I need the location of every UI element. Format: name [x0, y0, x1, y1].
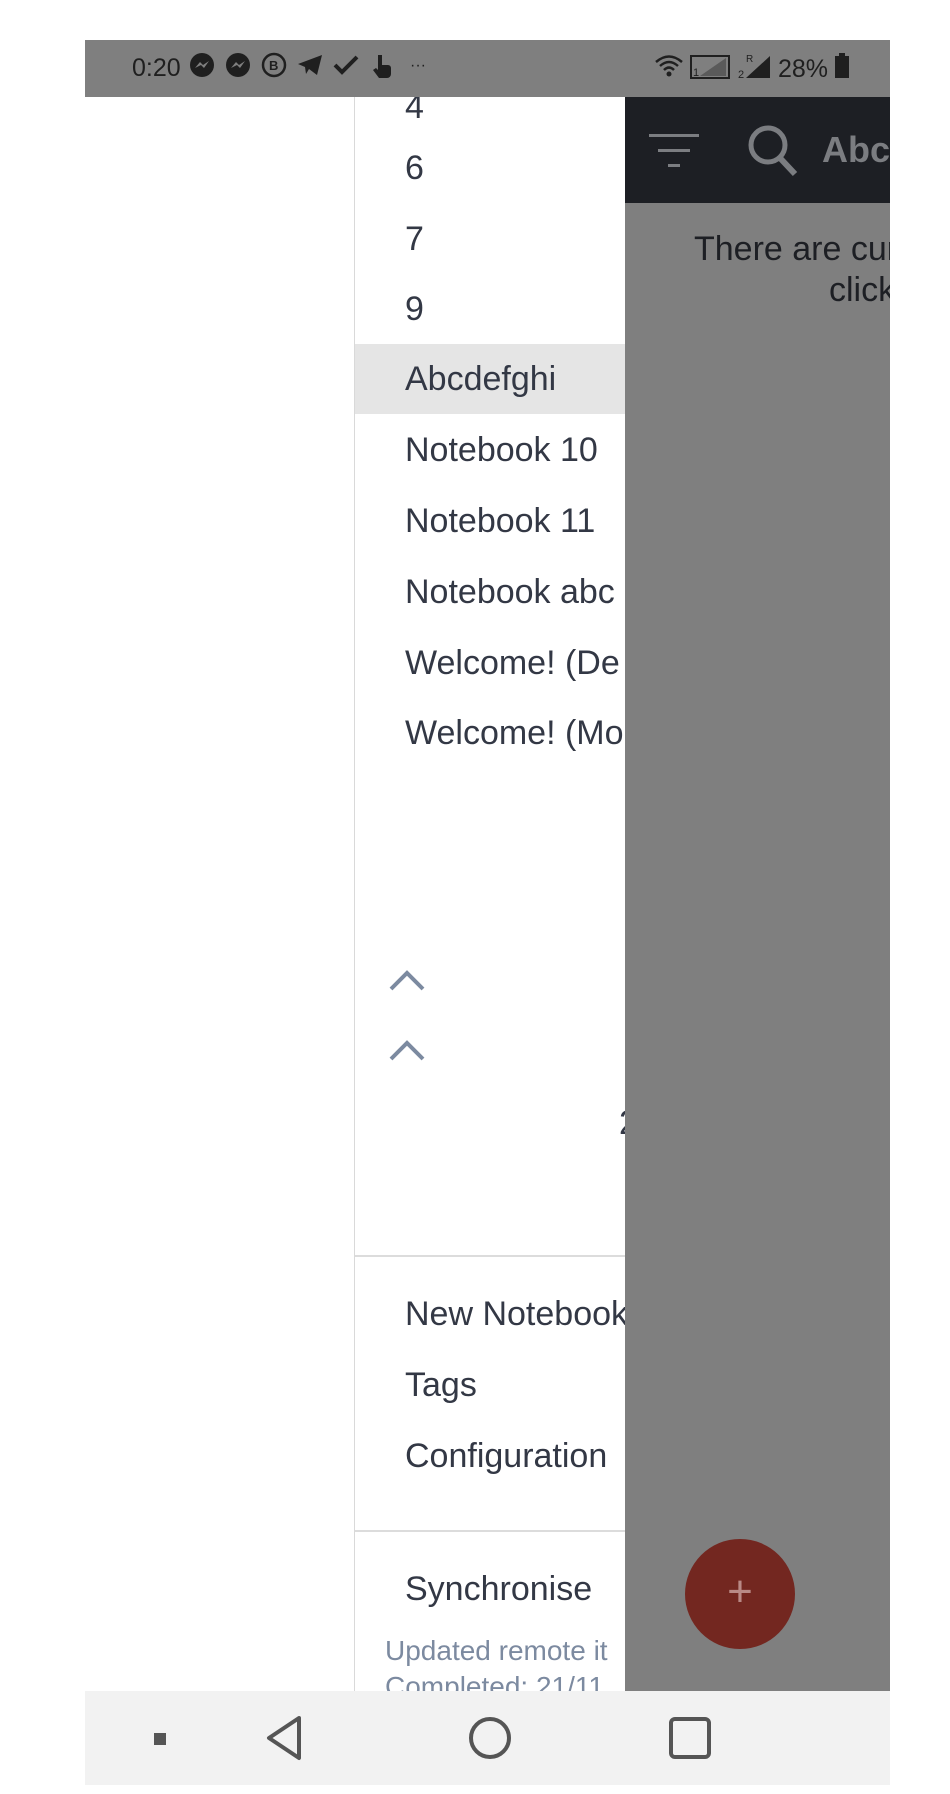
drawer-edge — [354, 97, 355, 1691]
chevron-up-icon[interactable] — [387, 1035, 427, 1065]
system-status: 1 2R 28% — [654, 52, 850, 87]
notebook-label: 7 — [405, 220, 424, 258]
drawer-divider — [355, 1530, 625, 1532]
svg-text:2: 2 — [738, 69, 744, 80]
configuration-button[interactable]: Configuration — [355, 1424, 625, 1488]
svg-text:1: 1 — [693, 67, 699, 79]
navigation-bar — [85, 1691, 890, 1785]
empty-message-line: click — [829, 271, 890, 309]
svg-text:R: R — [746, 54, 753, 65]
empty-message-line: There are cur — [694, 230, 890, 268]
business-whatsapp-icon: B — [260, 52, 288, 80]
notebook-item[interactable]: 7 — [355, 204, 625, 274]
synchronise-button[interactable]: Synchronise — [355, 1557, 625, 1621]
notebook-label: Notebook 11 — [405, 502, 596, 540]
notebook-label: 6 — [405, 149, 424, 187]
battery-icon — [834, 53, 850, 86]
svg-text:B: B — [269, 58, 278, 73]
side-drawer: 4 6 7 9 Abcdefghi Notebook 10 Notebook 1… — [355, 97, 625, 1691]
check-icon — [332, 52, 360, 80]
notebook-label: Welcome! (De — [405, 644, 620, 682]
messenger-icon — [224, 52, 252, 80]
back-icon[interactable] — [261, 1713, 311, 1763]
hand-icon — [368, 52, 396, 80]
signal-sim2-icon: 2R — [736, 52, 772, 87]
messenger-icon — [188, 52, 216, 80]
phone-screen: 0:20 B ··· 1 2 R 28% 4 6 7 9 Abcdefghi N… — [85, 40, 890, 1785]
new-notebook-button[interactable]: New Notebook — [355, 1282, 625, 1346]
more-notifications-icon: ··· — [410, 57, 426, 74]
tags-label: Tags — [405, 1366, 477, 1404]
notebook-label: Notebook 10 — [405, 431, 598, 469]
notebook-label: Welcome! (Mo — [405, 714, 624, 752]
filter-icon[interactable] — [647, 132, 701, 170]
drawer-divider — [355, 1255, 625, 1257]
notebook-item[interactable]: Notebook 10 — [355, 415, 625, 485]
notebook-label: 9 — [405, 290, 424, 328]
sync-status-line: Completed: 21/11 — [385, 1671, 604, 1691]
notebook-item[interactable]: 6 — [355, 133, 625, 203]
notebook-item[interactable]: Welcome! (Mo — [355, 698, 625, 768]
top-bar: Abcd — [625, 97, 890, 203]
notebook-item[interactable]: Notebook 11 — [355, 486, 625, 556]
sync-status-line: Updated remote it — [385, 1635, 608, 1666]
status-time: 0:20 — [132, 54, 181, 82]
nav-menu-dot-icon[interactable] — [135, 1713, 185, 1763]
notebook-label: 4 — [405, 97, 424, 126]
battery-percent: 28% — [777, 55, 828, 83]
add-note-button[interactable]: + — [685, 1539, 795, 1649]
home-icon[interactable] — [465, 1713, 515, 1763]
synchronise-label: Synchronise — [405, 1570, 593, 1608]
notebook-label: Abcdefghi — [405, 360, 557, 398]
notebook-item[interactable]: 9 — [355, 274, 625, 344]
status-bar: 0:20 B ··· 1 2 R 28% — [85, 40, 890, 97]
notification-icons: B ··· — [188, 52, 432, 80]
notebook-label: Notebook abc — [405, 573, 615, 611]
search-icon[interactable] — [747, 124, 799, 178]
wifi-icon — [654, 53, 684, 86]
notebook-item-selected[interactable]: Abcdefghi — [355, 344, 625, 414]
dimmed-main-content[interactable]: Abcd There are cur click + — [625, 97, 890, 1691]
notebook-item[interactable]: Welcome! (De — [355, 628, 625, 698]
recents-icon[interactable] — [665, 1713, 715, 1763]
signal-sim1-icon: 1 — [689, 52, 730, 87]
configuration-label: Configuration — [405, 1437, 608, 1475]
page-title: Abcd — [822, 129, 890, 170]
new-notebook-label: New Notebook — [405, 1295, 625, 1333]
chevron-up-icon[interactable] — [387, 965, 427, 995]
tags-button[interactable]: Tags — [355, 1353, 625, 1417]
telegram-icon — [296, 52, 324, 80]
notebook-item[interactable]: Notebook abc — [355, 557, 625, 627]
